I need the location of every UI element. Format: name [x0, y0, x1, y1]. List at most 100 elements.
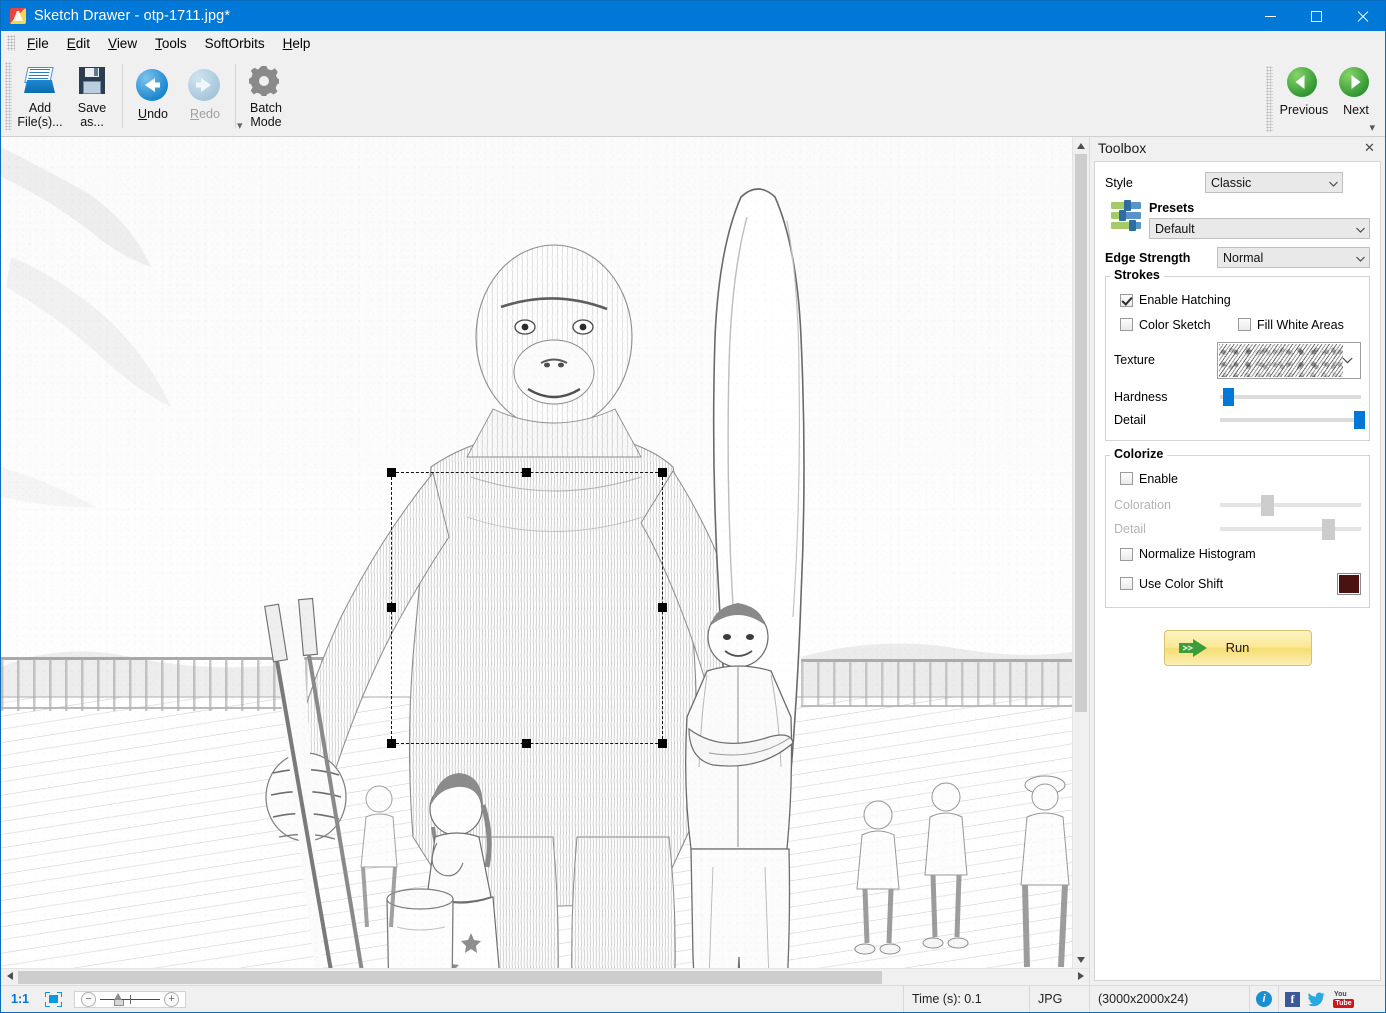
hardness-slider[interactable]: [1220, 387, 1361, 406]
menu-item-help[interactable]: Help: [274, 33, 320, 54]
paper-texture-overlay: [1, 137, 1072, 968]
fill-white-areas-checkbox[interactable]: Fill White Areas: [1238, 318, 1344, 332]
coloration-label: Coloration: [1114, 498, 1171, 512]
color-shift-swatch[interactable]: [1337, 572, 1361, 595]
vertical-scroll-track[interactable]: [1073, 154, 1089, 951]
maximize-button[interactable]: [1293, 1, 1339, 31]
youtube-icon[interactable]: You Tube: [1333, 991, 1355, 1008]
previous-button[interactable]: Previous: [1275, 60, 1333, 128]
chevron-down-icon: [1356, 256, 1365, 263]
next-icon: [1339, 65, 1373, 99]
save-as-button[interactable]: Save as...: [66, 60, 118, 129]
redo-button[interactable]: Redo: [179, 60, 231, 128]
style-dropdown[interactable]: Classic: [1205, 172, 1343, 193]
image-canvas[interactable]: [1, 137, 1072, 968]
window-title: Sketch Drawer - otp-1711.jpg*: [34, 8, 231, 24]
color-sketch-label: Color Sketch: [1139, 317, 1211, 332]
zoom-slider-track[interactable]: [100, 992, 161, 1007]
save-as-label-1: Save: [77, 101, 107, 115]
zoom-slider-thumb[interactable]: [114, 992, 125, 1006]
edge-strength-dropdown[interactable]: Normal: [1217, 247, 1370, 268]
colorize-detail-row: Detail: [1114, 519, 1361, 540]
save-as-label-2: as...: [80, 115, 104, 129]
status-format: JPG: [1030, 986, 1090, 1012]
menu-item-softorbits[interactable]: SoftOrbits: [196, 33, 274, 54]
facebook-icon[interactable]: f: [1285, 991, 1300, 1007]
previous-icon: [1287, 65, 1321, 99]
scroll-left-icon[interactable]: [1, 972, 18, 982]
toolbox-title: Toolbox: [1098, 140, 1147, 156]
edge-strength-row: Edge Strength Normal: [1105, 247, 1370, 268]
batch-mode-button[interactable]: Batch Mode: [240, 60, 292, 129]
add-files-label-1: Add: [28, 101, 52, 115]
style-row: Style Classic: [1105, 172, 1370, 193]
coloration-row: Coloration: [1114, 495, 1361, 516]
close-button[interactable]: [1339, 1, 1385, 31]
edge-strength-label: Edge Strength: [1105, 250, 1191, 265]
menu-item-tools[interactable]: Tools: [146, 33, 196, 54]
toolbar-overflow-left[interactable]: ▾: [237, 119, 243, 132]
gear-icon: [249, 65, 283, 97]
zoom-slider[interactable]: − +: [74, 990, 187, 1008]
colorize-group: Colorize Enable Coloration Detail Normal…: [1105, 446, 1370, 608]
toolbox-close-icon[interactable]: ✕: [1362, 140, 1377, 155]
status-bar: 1:1 − + Time (s): 0.1 JPG (3000x2000x24)…: [1, 985, 1385, 1012]
redo-label: Redo: [190, 107, 220, 121]
color-sketch-checkbox[interactable]: Color Sketch: [1120, 318, 1238, 332]
chevron-down-icon: [1356, 227, 1365, 234]
texture-label: Texture: [1114, 353, 1155, 367]
toolbar-separator: [122, 64, 123, 128]
zoom-in-button[interactable]: +: [164, 991, 180, 1007]
run-arrow-icon: [1178, 638, 1209, 657]
normalize-histogram-checkbox[interactable]: Normalize Histogram: [1120, 547, 1256, 561]
canvas-horizontal-scrollbar[interactable]: [1, 968, 1089, 985]
canvas-vertical-scrollbar[interactable]: [1072, 137, 1089, 968]
menu-bar: FFileile Edit View Tools SoftOrbits Help: [1, 31, 1385, 56]
colorize-detail-label: Detail: [1114, 522, 1146, 536]
presets-dropdown[interactable]: Default: [1149, 218, 1370, 239]
save-icon: [75, 65, 109, 97]
strokes-group: Strokes Enable Hatching Color Sketch Fil…: [1105, 268, 1370, 441]
run-button[interactable]: Run: [1163, 629, 1312, 666]
colorize-group-title: Colorize: [1110, 446, 1168, 461]
horizontal-scroll-track[interactable]: [18, 969, 1072, 986]
info-icon[interactable]: i: [1256, 991, 1272, 1007]
undo-icon: [136, 69, 170, 103]
run-label: Run: [1225, 640, 1250, 655]
horizontal-scroll-thumb[interactable]: [18, 970, 883, 984]
scroll-right-icon[interactable]: [1072, 972, 1089, 982]
minimize-button[interactable]: [1247, 1, 1293, 31]
next-label: Next: [1343, 103, 1369, 117]
toolbar-separator-2: [235, 64, 236, 128]
undo-button[interactable]: Undo: [127, 60, 179, 128]
scroll-up-icon[interactable]: [1073, 137, 1089, 154]
twitter-icon[interactable]: [1308, 992, 1325, 1007]
vertical-scroll-thumb[interactable]: [1075, 154, 1087, 712]
texture-selector[interactable]: [1217, 341, 1361, 379]
menu-item-edit[interactable]: Edit: [58, 33, 99, 54]
toolbar-overflow-right[interactable]: ▾: [1369, 121, 1375, 134]
colorize-detail-slider[interactable]: [1220, 519, 1361, 540]
edge-strength-value: Normal: [1223, 250, 1264, 265]
zoom-ratio-label[interactable]: 1:1: [1, 986, 35, 1012]
menu-item-view[interactable]: View: [99, 33, 146, 54]
detail-slider[interactable]: [1220, 410, 1365, 429]
zoom-out-button[interactable]: −: [81, 991, 97, 1007]
scroll-down-icon[interactable]: [1073, 951, 1089, 968]
canvas-panel: [1, 137, 1089, 985]
menu-item-file[interactable]: FFileile: [18, 33, 58, 54]
enable-hatching-checkbox[interactable]: Enable Hatching: [1120, 293, 1231, 307]
coloration-slider[interactable]: [1220, 495, 1361, 516]
toolbar: Add File(s)... Save as... Undo Redo Batc…: [1, 56, 1385, 137]
redo-icon: [188, 69, 222, 103]
colorize-enable-checkbox[interactable]: Enable: [1120, 472, 1178, 486]
fit-to-window-button[interactable]: [35, 986, 72, 1012]
use-color-shift-checkbox[interactable]: Use Color Shift: [1120, 577, 1337, 591]
batch-mode-label-2: Mode: [250, 115, 282, 129]
application-window: Sketch Drawer - otp-1711.jpg* FFileile E…: [0, 0, 1386, 1013]
next-button[interactable]: Next: [1333, 60, 1379, 128]
add-files-button[interactable]: Add File(s)...: [14, 60, 66, 129]
toolbox-header: Toolbox ✕: [1090, 137, 1385, 159]
style-label: Style: [1105, 175, 1133, 190]
texture-preview: [1219, 343, 1344, 377]
